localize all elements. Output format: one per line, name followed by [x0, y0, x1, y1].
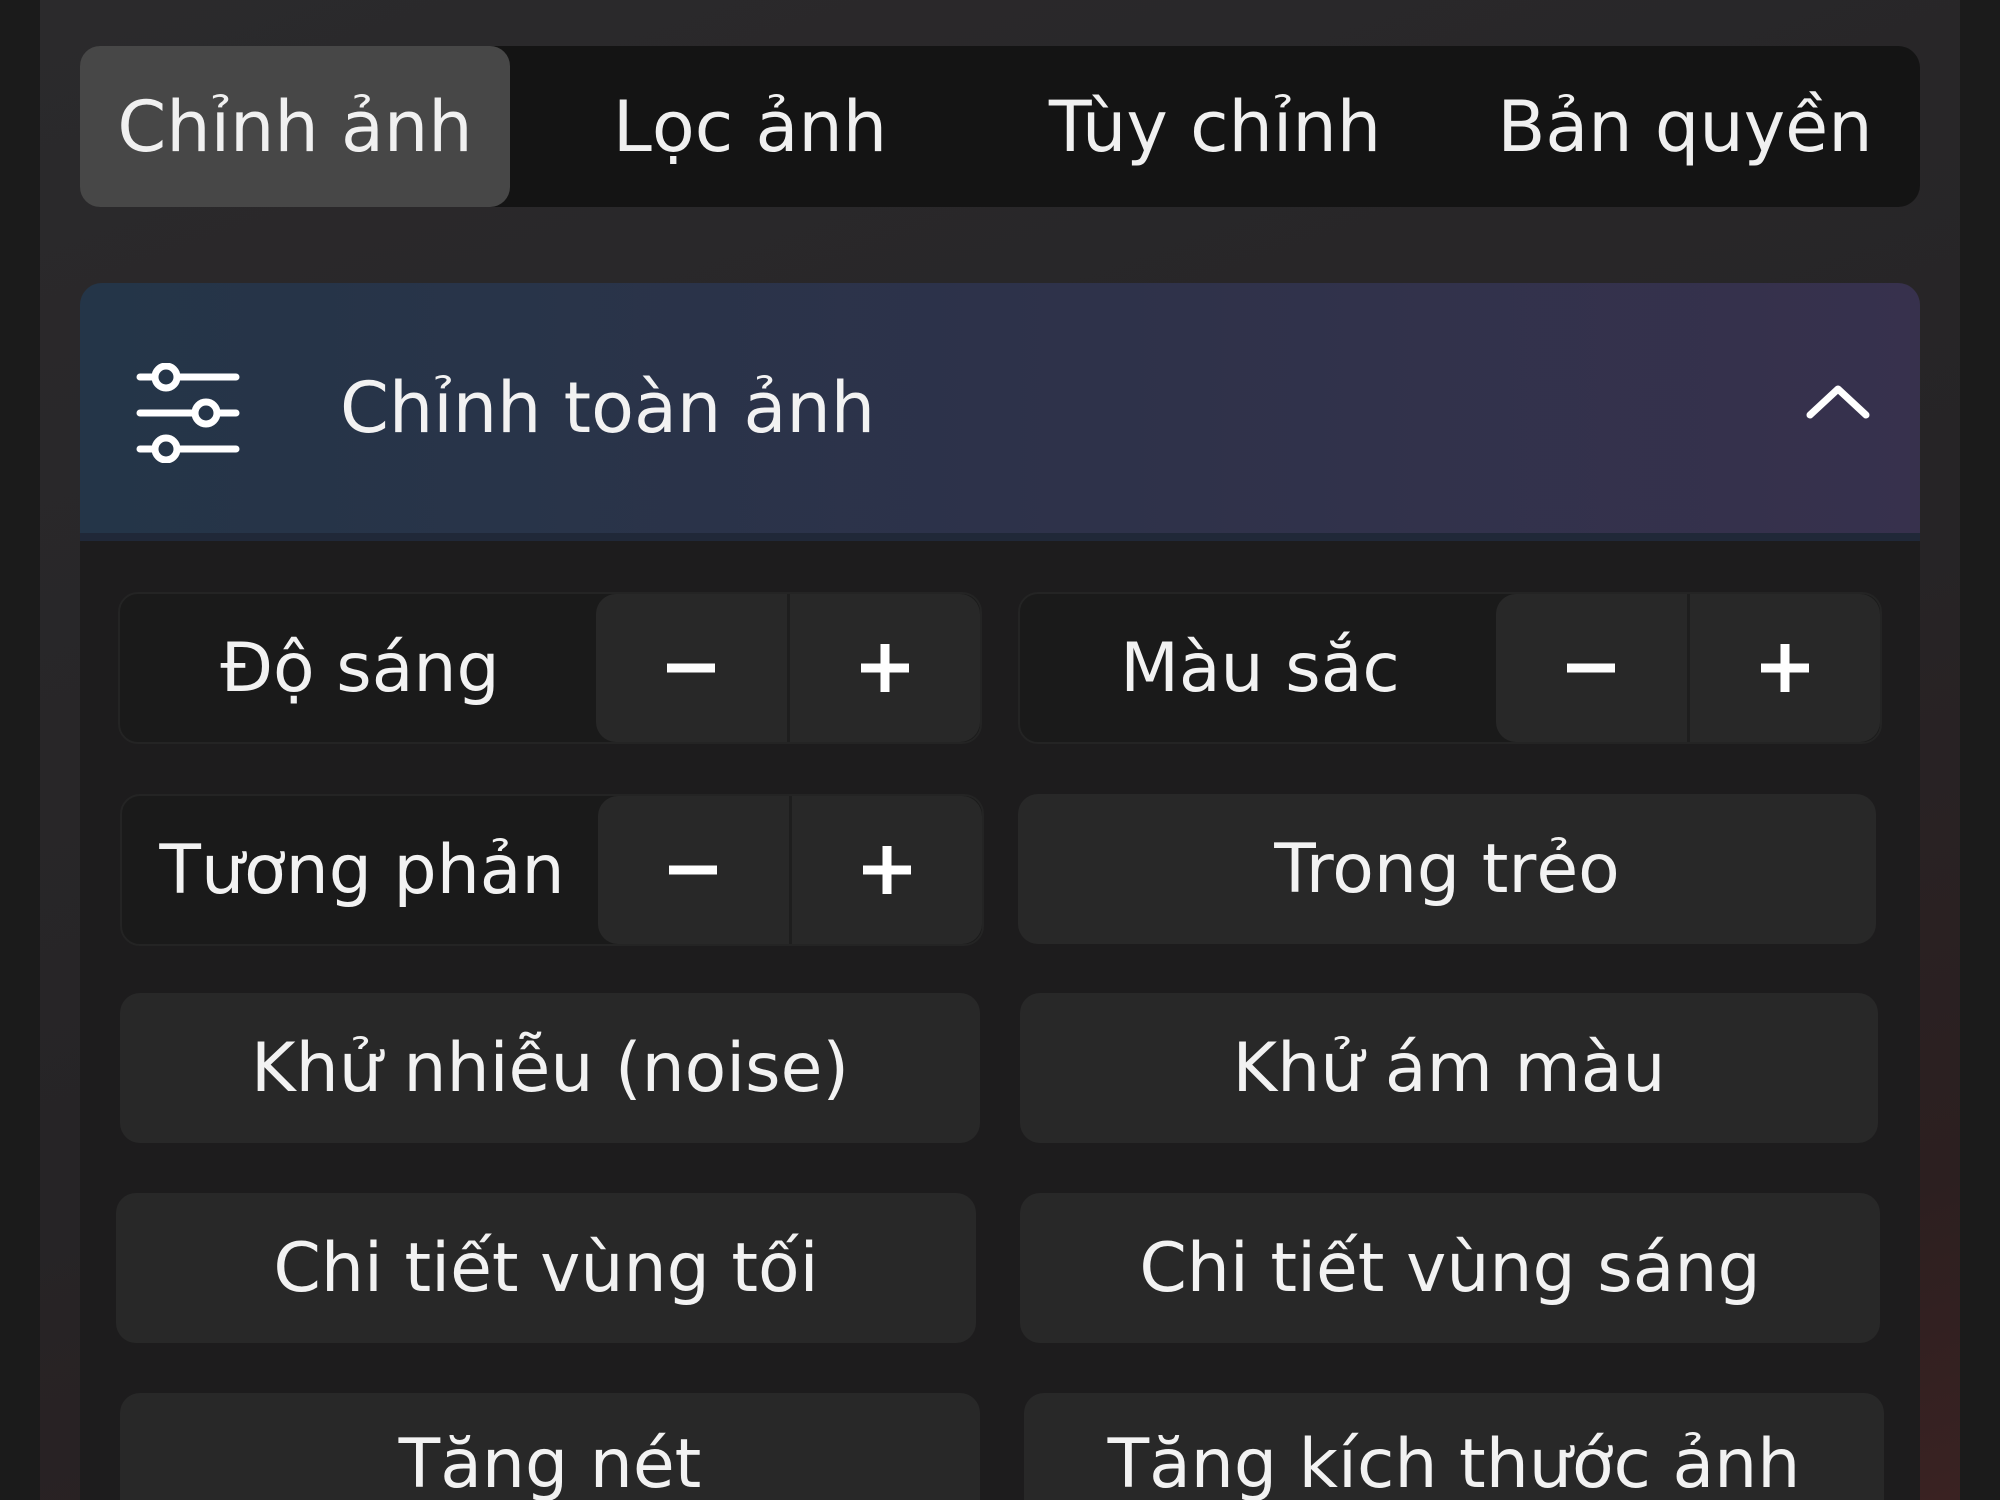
color-label: Màu sắc [1120, 628, 1400, 708]
tab-chinh-anh[interactable]: Chỉnh ảnh [80, 46, 510, 207]
plus-icon [860, 644, 909, 692]
minus-icon [667, 663, 716, 673]
section-header-chinh-toan-anh[interactable]: Chỉnh toàn ảnh [80, 283, 1920, 533]
brightness-label: Độ sáng [220, 628, 500, 708]
sharpen-button[interactable]: Tăng nét [120, 1393, 980, 1500]
tab-bar: Chỉnh ảnh Lọc ảnh Tùy chỉnh Bản quyền [80, 46, 1920, 207]
tab-tuy-chinh[interactable]: Tùy chỉnh [980, 46, 1450, 207]
plus-icon [862, 846, 911, 894]
chevron-up-icon[interactable] [1806, 381, 1870, 425]
tab-loc-anh[interactable]: Lọc ảnh [520, 46, 980, 207]
contrast-label: Tương phản [159, 830, 565, 910]
color-decrease-button[interactable] [1496, 594, 1687, 742]
highlight-detail-button[interactable]: Chi tiết vùng sáng [1020, 1193, 1880, 1343]
contrast-stepper: Tương phản [120, 794, 984, 946]
brightness-increase-button[interactable] [786, 594, 981, 742]
contrast-decrease-button[interactable] [598, 796, 789, 944]
color-stepper: Màu sắc [1018, 592, 1882, 744]
editor-panel: Chỉnh ảnh Lọc ảnh Tùy chỉnh Bản quyền Ch… [40, 0, 1960, 1500]
shadow-detail-button[interactable]: Chi tiết vùng tối [116, 1193, 976, 1343]
denoise-button[interactable]: Khử nhiễu (noise) [120, 993, 980, 1143]
upscale-image-button[interactable]: Tăng kích thước ảnh [1024, 1393, 1884, 1500]
section-title: Chỉnh toàn ảnh [340, 367, 876, 449]
remove-color-cast-button[interactable]: Khử ám màu [1020, 993, 1878, 1143]
tab-ban-quyen[interactable]: Bản quyền [1450, 46, 1920, 207]
minus-icon [669, 865, 718, 875]
plus-icon [1760, 644, 1809, 692]
clarity-button[interactable]: Trong trẻo [1018, 794, 1876, 944]
brightness-stepper: Độ sáng [118, 592, 982, 744]
sliders-icon [136, 362, 240, 467]
brightness-decrease-button[interactable] [596, 594, 787, 742]
contrast-increase-button[interactable] [788, 796, 983, 944]
color-increase-button[interactable] [1686, 594, 1881, 742]
minus-icon [1567, 663, 1616, 673]
